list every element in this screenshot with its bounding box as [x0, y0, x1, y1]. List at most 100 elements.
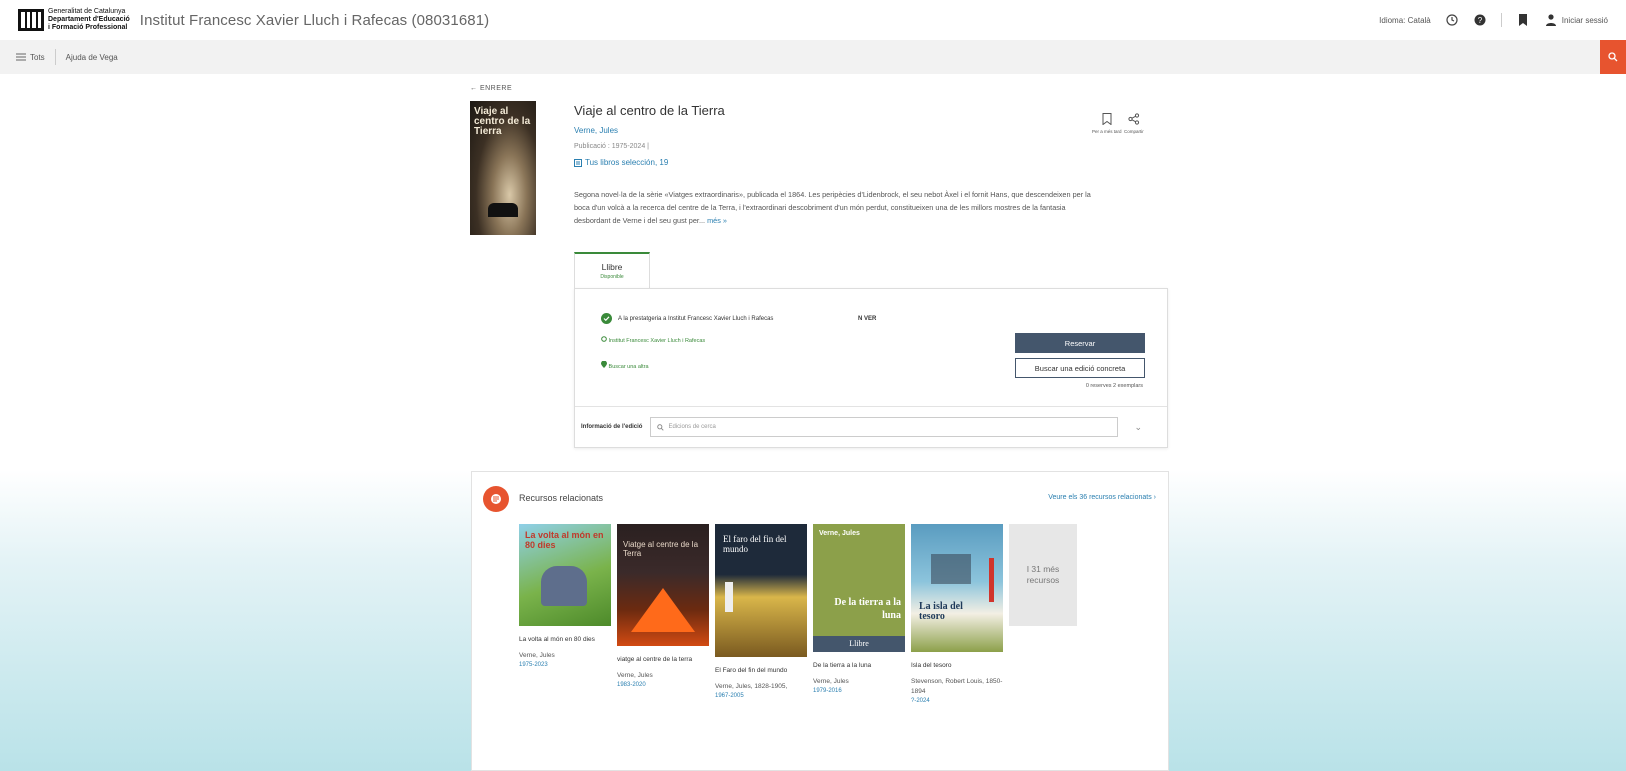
gencat-mark-icon	[18, 9, 44, 31]
save-for-later-button[interactable]: Per a més tard	[1092, 113, 1122, 134]
help-link[interactable]: Ajuda de Vega	[66, 53, 118, 62]
site-title[interactable]: Institut Francesc Xavier Lluch i Rafecas…	[140, 12, 489, 29]
edition-search-input[interactable]: Edicions de cerca	[650, 417, 1119, 437]
share-icon	[1128, 113, 1139, 125]
menu-label: Tots	[30, 52, 45, 62]
top-header: Generalitat de Catalunya Departament d'E…	[0, 0, 1626, 40]
gencat-line2: Departament d'Educació	[48, 16, 130, 23]
svg-text:?: ?	[1478, 16, 1483, 25]
related-item-cover[interactable]: La volta al món en 80 dies	[519, 524, 611, 626]
availability-counts: 0 reserves 2 exemplars	[1085, 383, 1143, 389]
related-item-title[interactable]: viatge al centre de la terra	[617, 655, 709, 665]
search-icon	[1608, 52, 1618, 62]
related-item-cover[interactable]: Verne, Jules De la tierra a la luna Llib…	[813, 524, 905, 652]
related-item-author: Verne, Jules	[519, 652, 555, 659]
cover-ribbon	[989, 558, 994, 602]
book-description: Segona novel·la de la sèrie «Viatges ext…	[574, 188, 1094, 227]
back-link[interactable]: ← ENRERE	[470, 85, 512, 92]
cover-band: Llibre	[813, 636, 905, 652]
related-resources-icon	[483, 486, 509, 512]
related-item-cover-text: La volta al món en 80 dies	[525, 530, 604, 550]
related-item[interactable]: Verne, Jules De la tierra a la luna Llib…	[813, 524, 905, 706]
share-button[interactable]: Compartir	[1124, 113, 1144, 134]
menu-button[interactable]: Tots	[16, 53, 45, 62]
book-publication: Publicació : 1975-2024 |	[574, 143, 649, 150]
edition-info-row: Informació de l'edició Edicions de cerca…	[575, 406, 1167, 447]
cover-lighthouse	[725, 582, 733, 612]
related-item-title[interactable]: El Faro del fin del mundo	[715, 666, 807, 676]
header-actions: Idioma: Català ? Iniciar sessió	[1379, 0, 1608, 40]
book-author-link[interactable]: Verne, Jules	[574, 126, 618, 135]
share-label: Compartir	[1124, 129, 1144, 134]
cover-figure	[541, 566, 587, 606]
related-item[interactable]: La volta al món en 80 dies La volta al m…	[519, 524, 611, 706]
related-item[interactable]: La isla del tesoro Isla del tesoro Steve…	[911, 524, 1003, 706]
related-item-years: 1967-2005	[715, 693, 744, 699]
availability-status-text: A la prestatgeria a Institut Francesc Xa…	[618, 315, 774, 322]
related-item-title[interactable]: La volta al món en 80 dies	[519, 635, 611, 645]
related-item-cover-text: La isla del tesoro	[919, 601, 963, 622]
related-item-author: Verne, Jules	[617, 672, 653, 679]
gencat-logo[interactable]: Generalitat de Catalunya Departament d'E…	[18, 8, 130, 32]
header-separator	[1500, 13, 1502, 27]
availability-panel: A la prestatgeria a Institut Francesc Xa…	[574, 288, 1168, 448]
institution-link[interactable]: Institut Francesc Xavier Lluch i Rafecas	[601, 336, 705, 344]
circle-icon	[601, 336, 607, 342]
find-other-link[interactable]: Buscar una altra	[601, 360, 649, 370]
chevron-down-icon[interactable]: ⌄	[1134, 422, 1142, 433]
search-icon	[657, 423, 665, 431]
related-item-cover[interactable]: El faro del fin del mundo	[715, 524, 807, 657]
bookmark-icon[interactable]	[1516, 13, 1530, 27]
login-link[interactable]: Iniciar sessió	[1562, 16, 1608, 25]
related-item[interactable]: El faro del fin del mundo El Faro del fi…	[715, 524, 807, 706]
reserve-button[interactable]: Reservar	[1015, 333, 1145, 353]
related-item-author: Stevenson, Robert Louis, 1850-1894	[911, 678, 1003, 695]
related-item-author: Verne, Jules	[813, 678, 849, 685]
book-list-label: Tus libros selección, 19	[585, 158, 669, 167]
related-item-years: 1975-2023	[519, 662, 548, 668]
see-all-related-link[interactable]: Veure els 36 recursos relacionats ›	[1048, 494, 1156, 501]
tab-llibre[interactable]: Llibre Disponible	[574, 252, 650, 288]
history-icon[interactable]	[1445, 13, 1459, 27]
institution-link-label: Institut Francesc Xavier Lluch i Rafecas	[608, 338, 706, 344]
user-icon[interactable]	[1544, 13, 1558, 27]
nav-divider	[54, 49, 56, 65]
related-resources-panel: Recursos relacionats Veure els 36 recurs…	[471, 471, 1169, 771]
related-item[interactable]: Viatge al centre de la Terra viatge al c…	[617, 524, 709, 706]
related-item-title[interactable]: De la tierra a la luna	[813, 661, 905, 671]
search-edition-button[interactable]: Buscar una edició concreta	[1015, 358, 1145, 378]
related-item-cover-text: Viatge al centre de la Terra	[623, 540, 699, 558]
related-item-cover[interactable]: Viatge al centre de la Terra	[617, 524, 709, 646]
gencat-line1: Generalitat de Catalunya	[48, 8, 126, 15]
related-item-years: ?-2024	[911, 698, 930, 704]
related-item-cover-text: El faro del fin del mundo	[723, 534, 787, 554]
secondary-nav: Tots Ajuda de Vega	[0, 40, 1626, 74]
more-link[interactable]: més »	[707, 216, 727, 225]
book-description-text: Segona novel·la de la sèrie «Viatges ext…	[574, 190, 1091, 225]
find-other-label: Buscar una altra	[608, 364, 649, 370]
related-item-cover-text: De la tierra a la luna	[834, 597, 901, 621]
related-item-years: 1983-2020	[617, 682, 646, 688]
related-resources-title: Recursos relacionats	[519, 493, 604, 503]
call-number: N VER	[858, 316, 877, 322]
cover-ship	[931, 554, 971, 584]
related-item-title[interactable]: Isla del tesoro	[911, 661, 1003, 671]
bookmark-outline-icon	[1102, 113, 1112, 125]
book-list-link[interactable]: Tus libros selección, 19	[574, 158, 668, 167]
availability-status: A la prestatgeria a Institut Francesc Xa…	[601, 313, 773, 324]
related-item-cover-author: Verne, Jules	[819, 530, 860, 537]
language-selector[interactable]: Idioma: Català	[1379, 16, 1431, 25]
book-cover[interactable]: Viaje al centro de la Tierra	[470, 101, 536, 235]
check-circle-icon	[601, 313, 612, 324]
related-item-cover[interactable]: La isla del tesoro	[911, 524, 1003, 652]
list-icon	[574, 158, 582, 167]
location-pin-icon	[601, 360, 607, 368]
save-label: Per a més tard	[1092, 129, 1122, 134]
hamburger-icon	[16, 53, 26, 61]
more-resources-tile[interactable]: I 31 més recursos	[1009, 524, 1077, 626]
gencat-line3: i Formació Professional	[48, 24, 128, 31]
search-button[interactable]	[1600, 40, 1626, 74]
help-icon[interactable]: ?	[1473, 13, 1487, 27]
cover-volcano	[631, 588, 695, 632]
cover-silhouette	[488, 203, 518, 217]
